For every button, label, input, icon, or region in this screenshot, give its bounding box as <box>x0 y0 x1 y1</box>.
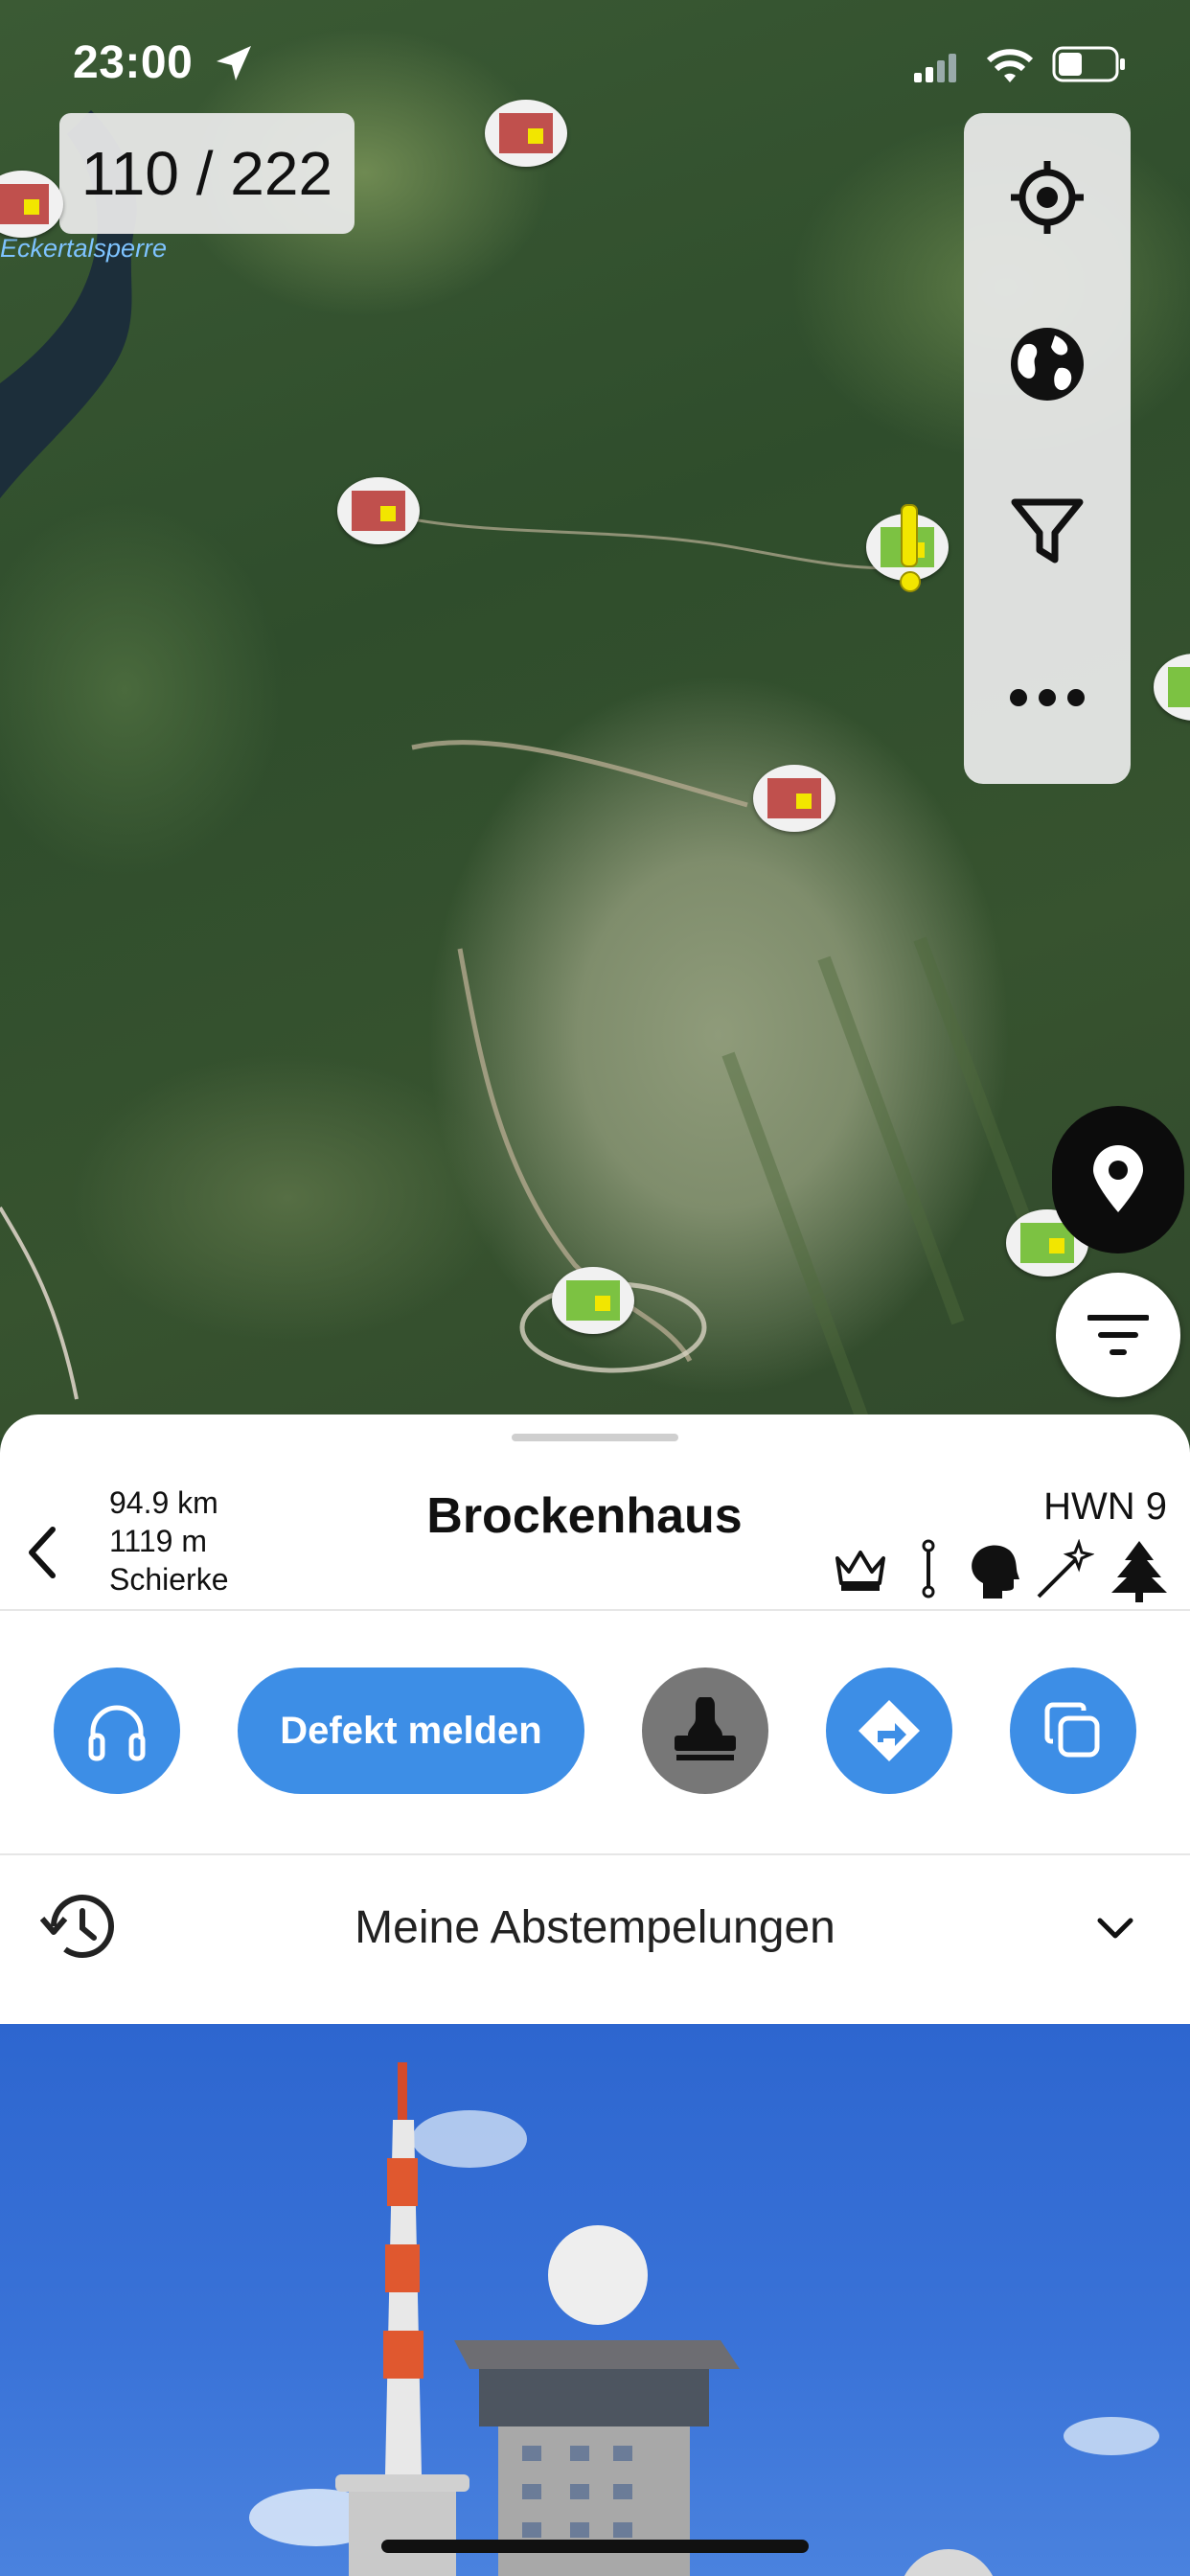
report-defect-button[interactable]: Defekt melden <box>238 1668 584 1794</box>
map-pin-icon <box>1093 1145 1143 1212</box>
status-bar: 23:00 <box>0 0 1190 125</box>
elevation-text: 1119 m <box>109 1524 207 1558</box>
head-icon <box>972 1545 1019 1598</box>
directions-icon <box>858 1700 920 1761</box>
location-counter: 110 / 222 <box>59 113 355 234</box>
location-code: HWN 9 <box>1043 1485 1167 1528</box>
globe-icon <box>1011 328 1084 401</box>
filter-button[interactable] <box>999 483 1095 579</box>
map-marker-visited[interactable] <box>753 765 835 832</box>
directions-button[interactable] <box>826 1668 952 1794</box>
stamp-icon <box>675 1697 736 1760</box>
my-stamps-label: Meine Abstempelungen <box>355 1902 835 1953</box>
home-indicator <box>381 2540 809 2553</box>
copy-button[interactable] <box>1010 1668 1136 1794</box>
map-place-label: Eckertalsperre <box>0 234 168 263</box>
map-marker-unvisited[interactable] <box>552 1267 634 1334</box>
map-controls-panel <box>964 113 1131 784</box>
more-button[interactable] <box>999 650 1095 746</box>
locate-me-button[interactable] <box>999 150 1095 245</box>
map-marker-alert[interactable] <box>866 504 949 592</box>
hut-icon <box>1168 667 1190 707</box>
history-icon <box>40 1895 114 1958</box>
headphones-icon <box>88 1705 146 1761</box>
hut-icon <box>352 491 405 531</box>
hut-icon <box>0 184 49 224</box>
town-text: Schierke <box>109 1562 229 1597</box>
hut-icon <box>566 1280 620 1321</box>
action-buttons-row: Defekt melden <box>0 1668 1190 1794</box>
magic-wand-icon <box>1037 1539 1094 1598</box>
map-marker-visited[interactable] <box>337 477 420 544</box>
location-detail-sheet: 94.9 km 1119 m Schierke Brockenhaus HWN … <box>0 1414 1190 2576</box>
divider <box>0 1609 1190 1611</box>
location-photo[interactable] <box>0 2024 1190 2576</box>
map-marker-visited[interactable] <box>485 100 567 167</box>
pin-icon <box>922 1539 935 1598</box>
location-arrow-icon <box>217 46 251 80</box>
battery-icon <box>1052 46 1125 82</box>
hut-icon <box>499 113 553 153</box>
audio-guide-button[interactable] <box>54 1668 180 1794</box>
brocken-photo <box>249 2062 1159 2576</box>
cellular-signal-icon <box>914 54 956 82</box>
my-stamps-expander[interactable]: Meine Abstempelungen <box>0 1855 1190 1999</box>
satellite-map[interactable]: 23:00 110 / 222 Eckertalsperre <box>0 0 1190 1438</box>
selected-location-button[interactable] <box>1052 1106 1184 1254</box>
distance-text: 94.9 km <box>109 1485 218 1520</box>
stamp-button[interactable] <box>642 1668 768 1794</box>
alert-icon <box>901 504 918 567</box>
tree-icon <box>1111 1541 1167 1602</box>
sort-icon <box>1087 1315 1149 1355</box>
hut-icon <box>767 778 821 818</box>
locate-icon <box>1011 161 1084 234</box>
chevron-left-icon <box>29 1527 56 1578</box>
attribute-icons <box>832 1539 1177 1606</box>
filter-icon <box>1011 498 1084 564</box>
more-icon <box>1010 689 1085 706</box>
copy-icon <box>1044 1702 1100 1758</box>
sheet-grabber[interactable] <box>512 1434 678 1441</box>
location-title: Brockenhaus <box>426 1488 743 1544</box>
wifi-icon <box>986 49 1034 82</box>
status-time: 23:00 <box>73 37 194 88</box>
chevron-down-icon <box>1097 1918 1133 1939</box>
sort-list-button[interactable] <box>1056 1273 1180 1397</box>
back-button[interactable] <box>17 1514 65 1591</box>
map-type-button[interactable] <box>999 316 1095 412</box>
crown-icon <box>835 1551 885 1591</box>
location-stats: 94.9 km 1119 m Schierke <box>109 1484 229 1598</box>
